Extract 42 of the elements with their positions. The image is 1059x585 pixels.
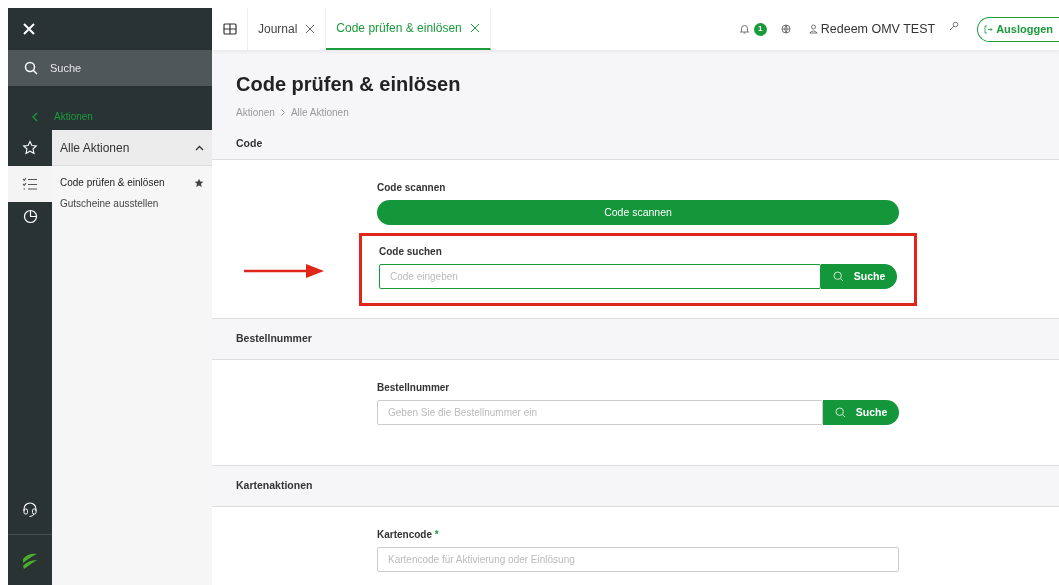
search-icon: [24, 61, 38, 75]
star-icon[interactable]: [22, 140, 38, 156]
chevron-icon: [280, 109, 285, 116]
input-field[interactable]: Code eingeben: [379, 264, 821, 289]
search-icon: [834, 407, 846, 418]
search-icon: [832, 271, 844, 282]
field-label: Kartencode *: [377, 528, 439, 542]
breadcrumb-link[interactable]: Alle Aktionen: [290, 105, 349, 120]
checklist-icon[interactable]: [22, 177, 38, 191]
input-field[interactable]: Kartencode für Aktivierung oder Einlösung: [377, 547, 899, 572]
arrow-icon: [244, 264, 324, 278]
input-field[interactable]: Geben Sie die Bestellnummer ein: [377, 400, 823, 425]
bell-icon[interactable]: [739, 24, 749, 34]
field-label: Bestellnummer: [377, 381, 450, 395]
star-icon[interactable]: [194, 177, 204, 188]
user-icon: [808, 24, 818, 34]
search-button[interactable]: Suche: [821, 264, 897, 289]
notification-badge: 1: [753, 22, 767, 36]
sidebar-item[interactable]: Gutscheine ausstellen: [52, 193, 212, 214]
back-chevron-icon[interactable]: [32, 112, 38, 122]
search-button[interactable]: Suche: [823, 400, 899, 425]
close-icon[interactable]: [305, 24, 316, 34]
globe-icon[interactable]: [780, 24, 791, 34]
pie-chart-icon[interactable]: [22, 208, 38, 224]
grid-icon[interactable]: [222, 23, 237, 35]
page-title: Code prüfen & einlösen: [236, 72, 462, 97]
section-title: Bestellnummer: [236, 331, 312, 347]
scan-button[interactable]: Code scannen: [377, 200, 899, 225]
section-title: Code: [236, 135, 263, 151]
breadcrumb-link[interactable]: Aktionen: [236, 105, 275, 120]
section-title: Kartenaktionen: [236, 478, 313, 494]
field-label: Code suchen: [379, 245, 442, 259]
key-icon[interactable]: [949, 21, 960, 31]
user-name: Redeem OMV TEST: [820, 20, 936, 38]
sidebar-group-header[interactable]: Alle Aktionen: [52, 130, 212, 166]
search-field[interactable]: Suche: [8, 50, 212, 86]
logout-icon: [984, 24, 994, 34]
back-link[interactable]: Aktionen: [54, 109, 93, 124]
headset-icon[interactable]: [22, 501, 38, 518]
sidebar-item[interactable]: Code prüfen & einlösen: [52, 172, 212, 193]
field-label: Code scannen: [377, 181, 446, 195]
group-label: Alle Aktionen: [60, 139, 130, 157]
